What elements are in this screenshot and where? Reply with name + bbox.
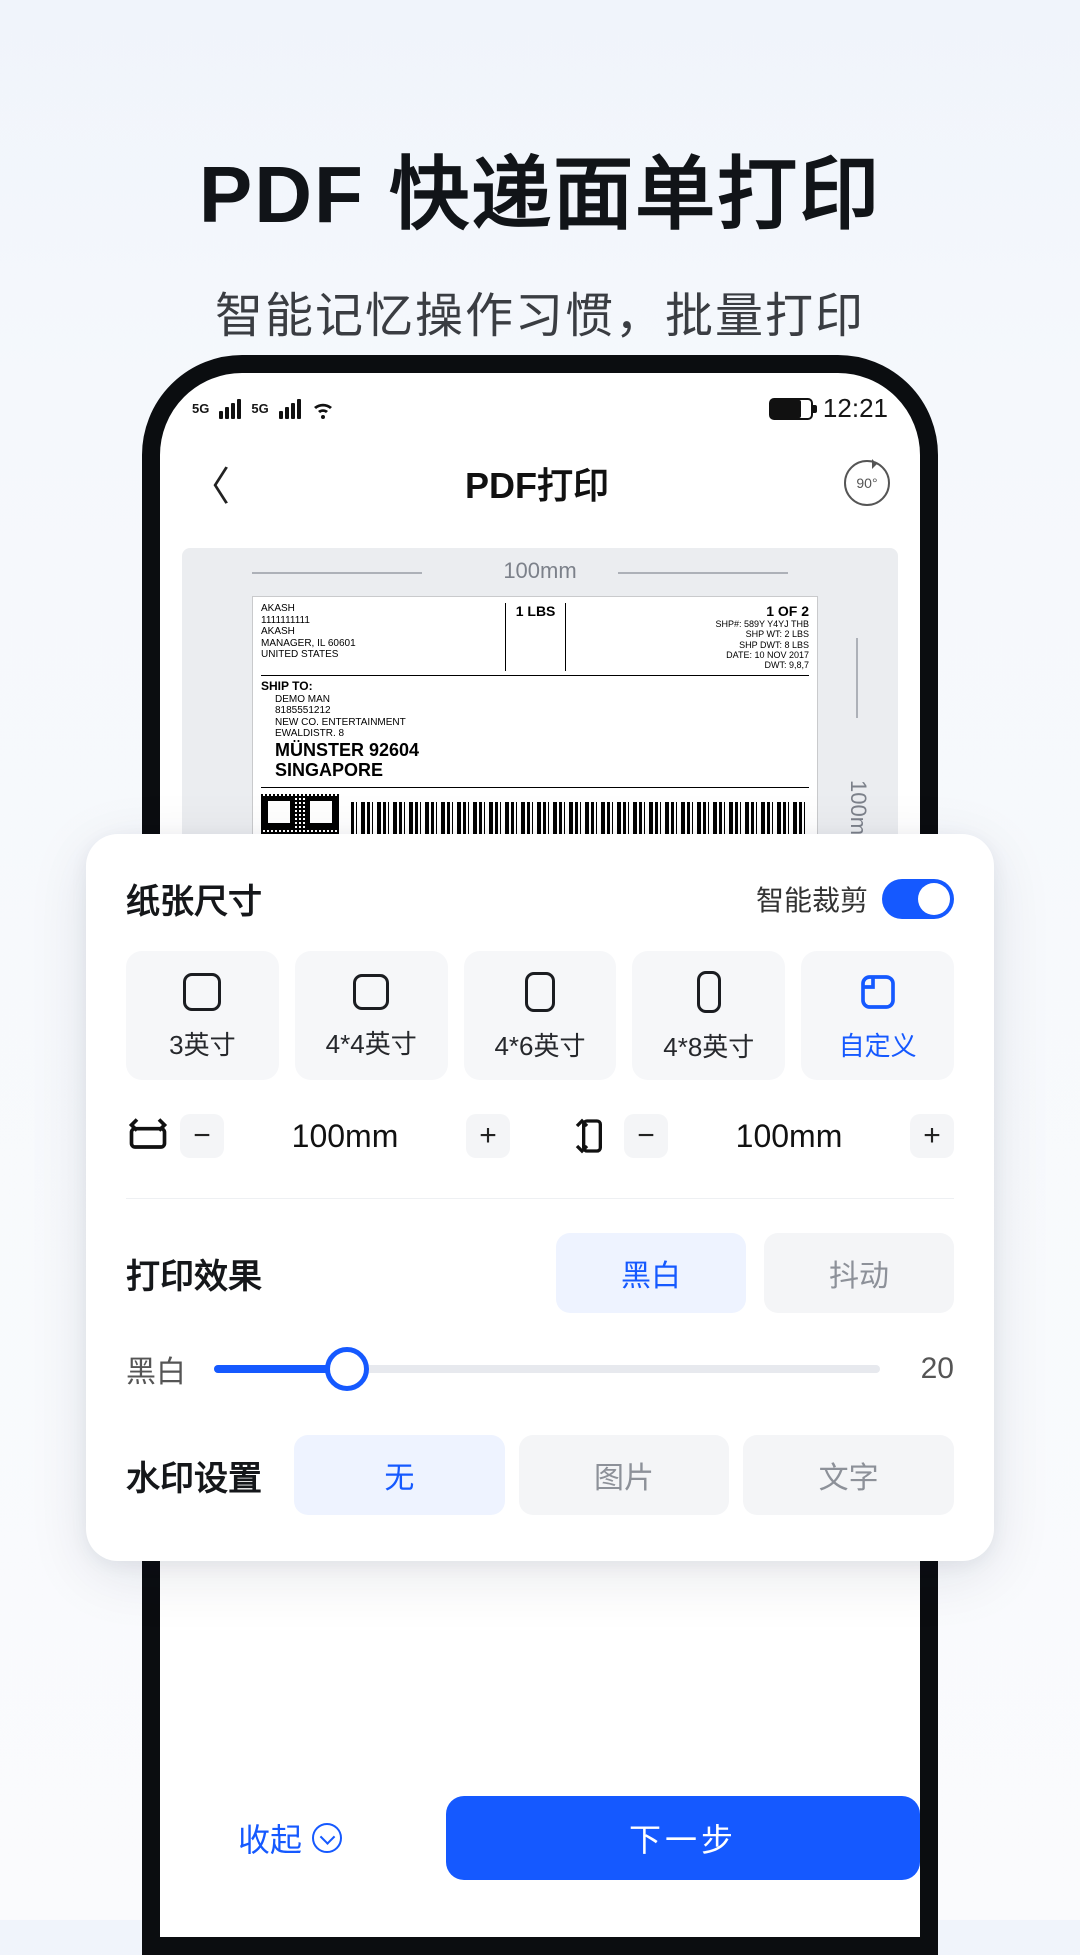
width-minus-button[interactable]: − — [180, 1114, 224, 1158]
action-bar: 收起 下一步 — [160, 1796, 920, 1880]
network-label: 5G — [192, 401, 209, 416]
width-plus-button[interactable]: + — [466, 1114, 510, 1158]
status-bar: 5G 5G 12:21 — [160, 373, 920, 432]
size-option-custom[interactable]: 自定义 — [801, 951, 954, 1080]
size-option-4x8[interactable]: 4*8英寸 — [632, 951, 785, 1080]
smart-crop-toggle[interactable] — [882, 879, 954, 919]
back-button[interactable]: 〈 — [190, 454, 230, 512]
slider-thumb[interactable] — [325, 1347, 369, 1391]
effect-dither-button[interactable]: 抖动 — [764, 1233, 954, 1313]
width-icon — [126, 1116, 170, 1156]
hero-title: PDF 快递面单打印 — [0, 130, 1080, 246]
clock: 12:21 — [823, 393, 888, 424]
effect-bw-button[interactable]: 黑白 — [556, 1233, 746, 1313]
watermark-none-button[interactable]: 无 — [294, 1435, 505, 1515]
signal-icon — [219, 399, 241, 419]
page-title: PDF打印 — [465, 457, 609, 509]
paper-size-title: 纸张尺寸 — [126, 874, 262, 923]
next-button[interactable]: 下一步 — [446, 1796, 920, 1880]
rect-portrait-icon — [525, 972, 555, 1012]
battery-icon — [769, 398, 813, 420]
square-icon — [183, 973, 221, 1011]
rect-tall-icon — [697, 971, 721, 1013]
size-option-3in[interactable]: 3英寸 — [126, 951, 279, 1080]
height-icon — [570, 1116, 614, 1156]
watermark-title: 水印设置 — [126, 1451, 262, 1500]
size-option-4x6[interactable]: 4*6英寸 — [464, 951, 617, 1080]
threshold-slider[interactable] — [214, 1365, 880, 1373]
height-control: − 100mm + — [570, 1114, 954, 1158]
hero-subtitle: 智能记忆操作习惯，批量打印 — [0, 276, 1080, 346]
wifi-icon — [311, 397, 335, 421]
smart-crop-label: 智能裁剪 — [756, 879, 868, 919]
rotate-button[interactable]: 90° — [844, 460, 890, 506]
effect-title: 打印效果 — [126, 1249, 262, 1298]
ruler-width: 100mm — [182, 548, 898, 590]
collapse-button[interactable]: 收起 — [160, 1798, 420, 1878]
hero: PDF 快递面单打印 智能记忆操作习惯，批量打印 — [0, 0, 1080, 346]
signal-icon-2 — [279, 399, 301, 419]
settings-panel: 纸张尺寸 智能裁剪 3英寸 4*4英寸 4*6英寸 4*8英寸 自定义 — [86, 834, 994, 1561]
height-minus-button[interactable]: − — [624, 1114, 668, 1158]
chevron-down-icon — [312, 1823, 342, 1853]
width-control: − 100mm + — [126, 1114, 510, 1158]
navbar: 〈 PDF打印 90° — [160, 432, 920, 534]
height-plus-button[interactable]: + — [910, 1114, 954, 1158]
custom-size-icon — [858, 972, 898, 1012]
threshold-label: 黑白 — [126, 1347, 186, 1391]
divider — [126, 1198, 954, 1199]
watermark-image-button[interactable]: 图片 — [519, 1435, 730, 1515]
width-value[interactable]: 100mm — [234, 1118, 456, 1155]
size-option-4x4[interactable]: 4*4英寸 — [295, 951, 448, 1080]
height-value[interactable]: 100mm — [678, 1118, 900, 1155]
threshold-value: 20 — [908, 1352, 954, 1386]
network-label-2: 5G — [251, 401, 268, 416]
square-icon — [353, 974, 389, 1010]
watermark-text-button[interactable]: 文字 — [743, 1435, 954, 1515]
